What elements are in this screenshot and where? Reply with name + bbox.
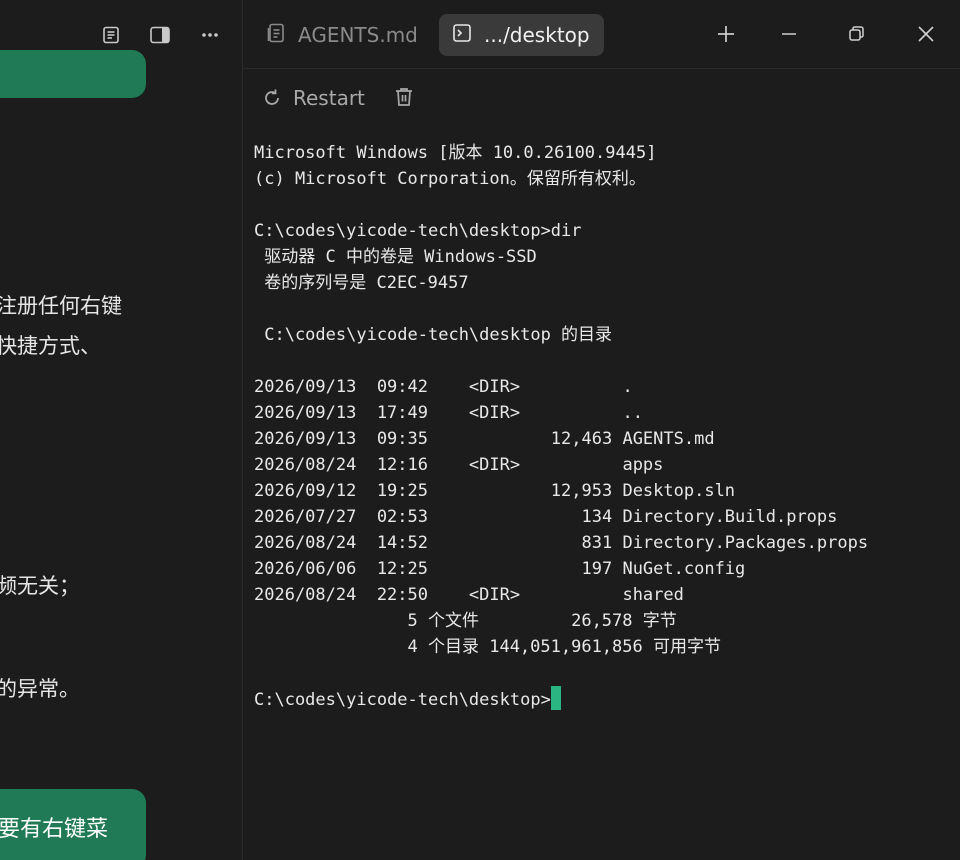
document-icon <box>266 22 288 49</box>
restart-button[interactable]: Restart <box>261 83 365 113</box>
more-icon[interactable] <box>197 22 223 48</box>
tab-label: AGENTS.md <box>298 23 418 47</box>
terminal-line: 2026/08/24 14:52 831 Directory.Packages.… <box>254 533 869 553</box>
close-icon[interactable] <box>908 16 944 52</box>
terminal-icon <box>452 23 472 48</box>
chat-pane: 注册任何右键 快捷方式、 频无关； 的异常。 要有右键菜 <box>0 0 243 860</box>
terminal-line: 2026/09/13 09:35 12,463 AGENTS.md <box>254 429 715 449</box>
tab-bar: AGENTS.md .../desktop <box>243 0 960 69</box>
terminal-line: Microsoft Windows [版本 10.0.26100.9445] <box>254 143 657 163</box>
terminal-actions: Restart <box>243 68 960 128</box>
terminal-line: 2026/09/12 19:25 12,953 Desktop.sln <box>254 481 736 501</box>
terminal-line: 4 个目录 144,051,961,856 可用字节 <box>254 637 721 657</box>
restart-label: Restart <box>293 86 365 110</box>
terminal-line: 驱动器 C 中的卷是 Windows-SSD <box>254 247 537 267</box>
terminal-line: C:\codes\yicode-tech\desktop 的目录 <box>254 325 613 345</box>
terminal-line: (c) Microsoft Corporation。保留所有权利。 <box>254 169 646 189</box>
chat-text-fragment: 频无关； <box>0 574 80 598</box>
terminal-line: 5 个文件 26,578 字节 <box>254 611 677 631</box>
text-cursor <box>550 686 561 710</box>
terminal-line: 2026/08/24 12:16 <DIR> apps <box>254 455 664 475</box>
chat-text-fragment: 的异常。 <box>0 677 80 701</box>
prompt: C:\codes\yicode-tech\desktop> <box>254 690 551 710</box>
tab-agents-md[interactable]: AGENTS.md <box>258 14 438 56</box>
terminal-text: Microsoft Windows [版本 10.0.26100.9445] (c… <box>254 140 868 712</box>
bubble-bottom-text: 要有右键菜 <box>0 817 109 842</box>
terminal-output[interactable]: Microsoft Windows [版本 10.0.26100.9445] (c… <box>243 128 960 860</box>
prompt-line[interactable]: C:\codes\yicode-tech\desktop> <box>254 686 868 712</box>
terminal-line: 2026/08/24 22:50 <DIR> shared <box>254 585 684 605</box>
terminal-line: 2026/07/27 02:53 134 Directory.Build.pro… <box>254 507 838 527</box>
terminal-line: C:\codes\yicode-tech\desktop>dir <box>254 221 582 241</box>
terminal-line: 2026/09/13 09:42 <DIR> . <box>254 377 633 397</box>
panel-toggle-icon[interactable] <box>147 22 173 48</box>
new-tab-icon[interactable] <box>708 16 744 52</box>
restart-icon <box>265 89 279 105</box>
tab-label: .../desktop <box>484 23 590 47</box>
tab-terminal[interactable]: .../desktop <box>439 14 604 56</box>
terminal-line: 2026/09/13 17:49 <DIR> .. <box>254 403 643 423</box>
minimize-icon[interactable] <box>771 16 807 52</box>
restore-icon[interactable] <box>838 16 874 52</box>
message-bubble-bottom: 要有右键菜 <box>0 789 146 860</box>
chat-text-fragment: 快捷方式、 <box>0 334 101 358</box>
terminal-line: 卷的序列号是 C2EC-9457 <box>254 273 469 293</box>
trash-icon[interactable] <box>393 86 415 112</box>
outline-icon[interactable] <box>98 22 124 48</box>
message-bubble-top <box>0 50 146 98</box>
terminal-line: 2026/06/06 12:25 197 NuGet.config <box>254 559 746 579</box>
chat-text-fragment: 注册任何右键 <box>0 294 122 318</box>
